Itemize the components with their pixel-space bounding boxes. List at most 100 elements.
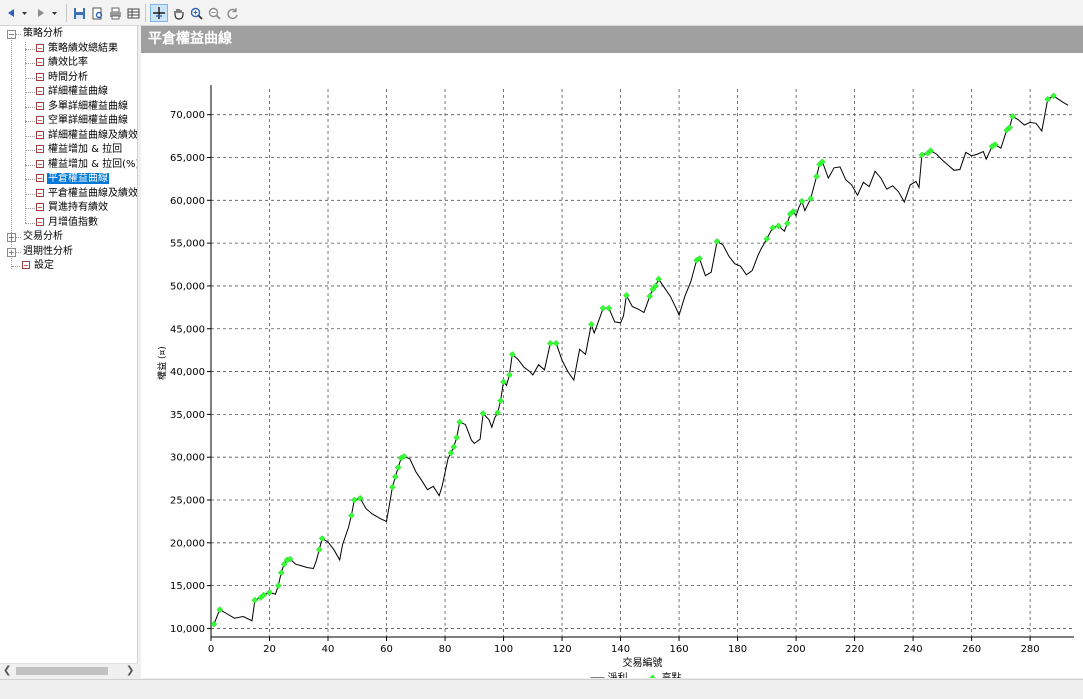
scroll-right-arrow[interactable]: ❯	[126, 665, 134, 676]
tree-connector	[25, 208, 35, 209]
tree-connector	[11, 37, 12, 269]
crosshair-tool-button[interactable]	[150, 4, 168, 22]
x-tick-label: 240	[904, 644, 923, 655]
report-icon	[36, 87, 44, 95]
zoom-out-icon	[208, 7, 221, 20]
refresh-icon	[226, 7, 239, 20]
tree-item-0-0[interactable]: 策略績效總結果	[36, 42, 119, 56]
tree-item-label: 詳細權益曲線及績效	[48, 129, 138, 141]
tree-item-0-4[interactable]: 多單詳細權益曲線	[36, 100, 129, 114]
tree-connector	[16, 34, 21, 35]
y-tick-label: 20,000	[170, 538, 205, 549]
high-point	[453, 434, 461, 441]
tree-node-2[interactable]: 週期性分析	[22, 245, 74, 259]
tree-item-0-8[interactable]: 權益增加 & 拉回(%)	[36, 158, 138, 172]
save-button[interactable]	[72, 4, 86, 22]
back-dropdown[interactable]	[20, 4, 29, 22]
high-point	[813, 172, 820, 180]
x-tick-label: 120	[553, 644, 572, 655]
tree-item-label: 策略績效總結果	[48, 42, 118, 54]
high-point	[389, 483, 396, 491]
tree-item-0-1[interactable]: 績效比率	[36, 56, 89, 70]
tree-node-0[interactable]: 策略分析	[22, 27, 64, 41]
tree-node-1[interactable]: 交易分析	[22, 230, 64, 244]
reset-view-button[interactable]	[224, 4, 240, 22]
scroll-thumb[interactable]	[16, 667, 108, 675]
high-point	[277, 569, 285, 577]
tree-item-label: 權益增加 & 拉回(%)	[48, 158, 138, 170]
tree-connector	[25, 121, 35, 122]
high-point	[783, 220, 791, 227]
zoom-out-button[interactable]	[206, 4, 222, 22]
tree-item-0-5[interactable]: 空單詳細權益曲線	[36, 114, 129, 128]
tree-node-label: 交易分析	[23, 231, 63, 242]
equity-chart[interactable]: 0 20 40 60 80 100 120 140 160 180 200 220 240 260 280 1…	[141, 53, 1083, 678]
forward-dropdown[interactable]	[50, 4, 59, 22]
tree-item-label: 平倉權益曲線及績效	[48, 187, 138, 199]
high-point	[350, 496, 358, 504]
data-table-button[interactable]	[126, 4, 140, 22]
high-point	[769, 224, 777, 232]
x-tick-label: 160	[670, 644, 689, 655]
x-tick-label: 60	[380, 644, 393, 655]
report-icon	[36, 43, 44, 52]
tree-item-0-11[interactable]: 買進持有績效	[36, 201, 109, 215]
pan-tool-button[interactable]	[170, 4, 186, 22]
x-tick-label: 80	[439, 644, 452, 655]
tree-item-0-10[interactable]: 平倉權益曲線及績效	[36, 187, 138, 201]
back-button[interactable]	[4, 4, 18, 22]
high-point	[713, 238, 721, 245]
zoom-in-button[interactable]	[188, 4, 204, 22]
tree-item-0-9[interactable]: 平倉權益曲線	[36, 172, 109, 186]
report-icon	[36, 174, 44, 182]
report-icon	[36, 116, 44, 124]
tree-item-0-3[interactable]: 詳細權益曲線	[36, 85, 109, 99]
report-icon	[36, 159, 44, 168]
report-icon	[36, 58, 44, 66]
tree-item-0-7[interactable]: 權益增加 & 拉回	[36, 143, 123, 157]
x-tick-label: 220	[845, 644, 864, 655]
y-tick-label: 45,000	[170, 324, 205, 335]
legend-label-net-profit: 淨利	[608, 672, 628, 678]
x-axis-label: 交易編號	[623, 656, 663, 669]
tree-item-label: 買進持有績效	[48, 202, 108, 213]
print-preview-button[interactable]	[90, 4, 104, 22]
high-point	[210, 620, 218, 628]
page-title: 平倉權益曲線	[141, 26, 1083, 53]
high-point	[318, 535, 326, 542]
high-point	[646, 292, 654, 300]
tree-connector	[25, 179, 35, 180]
y-tick-label: 10,000	[170, 624, 205, 635]
arrow-right-icon	[35, 7, 47, 19]
x-tick-label: 260	[962, 644, 981, 655]
report-icon	[36, 203, 44, 211]
toolbar-separator	[66, 4, 67, 22]
tree-item-0-6[interactable]: 詳細權益曲線及績效	[36, 129, 138, 143]
sidebar-horizontal-scrollbar[interactable]: ❮ ❯	[0, 663, 138, 679]
toolbar	[0, 0, 1083, 26]
tree-item-label: 績效比率	[48, 57, 88, 68]
high-point	[348, 512, 355, 519]
table-icon	[127, 7, 140, 20]
tree-item-0-12[interactable]: 月增值指數	[36, 216, 99, 230]
tree-item-0-2[interactable]: 時間分析	[36, 71, 89, 85]
y-tick-label: 50,000	[170, 281, 205, 292]
high-point	[655, 275, 662, 283]
high-point	[918, 151, 926, 159]
y-axis-label: 權益 (¤)	[156, 346, 168, 380]
report-icon	[36, 101, 44, 110]
tree-connector	[25, 222, 35, 224]
zoom-in-icon	[190, 7, 203, 20]
x-tick-label: 280	[1021, 644, 1040, 655]
tree-node-3[interactable]: 設定	[22, 259, 55, 273]
forward-button[interactable]	[34, 4, 48, 22]
print-button[interactable]	[108, 4, 122, 22]
report-icon	[36, 188, 44, 197]
scroll-left-arrow[interactable]: ❮	[3, 665, 11, 676]
high-point	[274, 582, 282, 589]
tree-item-label: 空單詳細權益曲線	[48, 115, 128, 126]
report-icon	[36, 145, 44, 153]
tree-connector	[25, 63, 35, 64]
high-point	[623, 292, 630, 299]
report-icon	[22, 261, 30, 269]
